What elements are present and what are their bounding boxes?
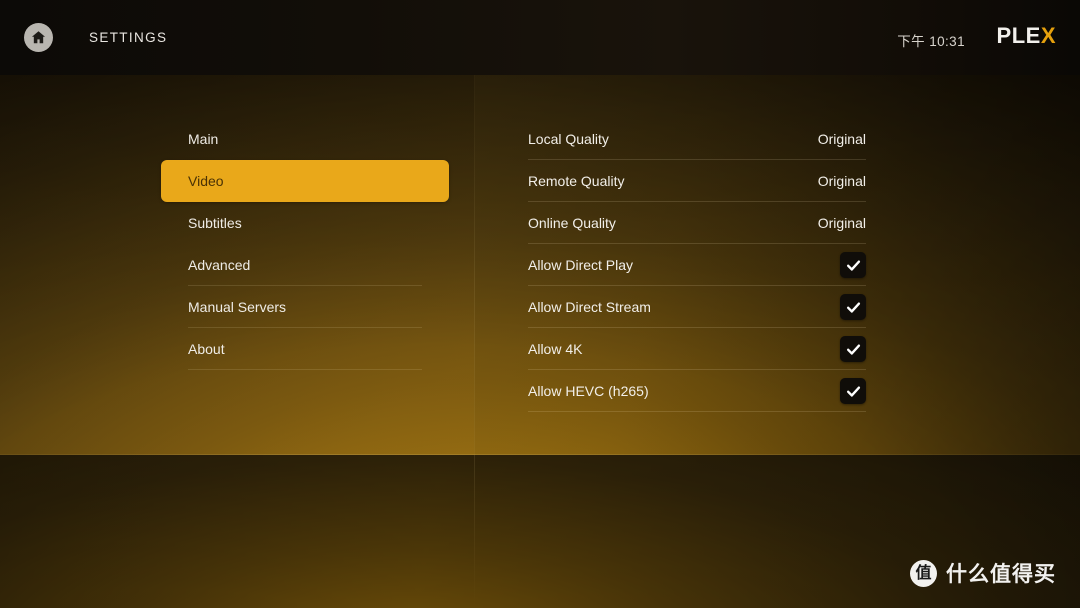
sidebar-item-manual-servers[interactable]: Manual Servers — [161, 286, 450, 328]
clock-label: 下午 10:31 — [897, 34, 965, 49]
sidebar-item-video[interactable]: Video — [161, 160, 449, 202]
checkbox-allow-4k[interactable] — [840, 336, 866, 362]
checkmark-icon — [845, 299, 862, 316]
sidebar-item-subtitles[interactable]: Subtitles — [161, 202, 450, 244]
home-button[interactable] — [24, 23, 53, 52]
plex-logo-accent: X — [1040, 23, 1056, 48]
watermark: 值 什么值得买 — [910, 558, 1056, 588]
sidebar-item-label: Subtitles — [188, 215, 242, 231]
checkbox-allow-direct-stream[interactable] — [840, 294, 866, 320]
sidebar-item-label: About — [188, 341, 225, 357]
sidebar-item-about[interactable]: About — [161, 328, 450, 370]
setting-value: Original — [817, 173, 866, 189]
setting-label: Allow 4K — [528, 341, 583, 357]
sidebar-item-main[interactable]: Main — [161, 118, 450, 160]
settings-list: Local Quality Original Remote Quality Or… — [528, 118, 866, 412]
watermark-badge-icon: 值 — [910, 559, 937, 587]
sidebar-item-label: Advanced — [188, 257, 251, 273]
sidebar-item-label: Video — [188, 173, 224, 189]
setting-row-allow-4k[interactable]: Allow 4K — [528, 328, 866, 370]
page-title: SETTINGS — [89, 30, 168, 45]
setting-row-remote-quality[interactable]: Remote Quality Original — [528, 160, 866, 202]
setting-label: Local Quality — [528, 131, 609, 147]
sidebar-item-advanced[interactable]: Advanced — [161, 244, 450, 286]
sidebar-separator — [188, 369, 422, 370]
setting-row-allow-direct-stream[interactable]: Allow Direct Stream — [528, 286, 866, 328]
checkmark-icon — [845, 341, 862, 358]
setting-value: Original — [817, 215, 866, 231]
setting-value: Original — [817, 131, 866, 147]
setting-row-online-quality[interactable]: Online Quality Original — [528, 202, 866, 244]
checkbox-allow-hevc[interactable] — [840, 378, 866, 404]
checkmark-icon — [845, 257, 862, 274]
sidebar-item-label: Main — [188, 131, 219, 147]
checkbox-allow-direct-play[interactable] — [840, 252, 866, 278]
setting-row-allow-hevc[interactable]: Allow HEVC (h265) — [528, 370, 866, 412]
sidebar-item-label: Manual Servers — [188, 299, 287, 315]
plex-logo: PLEX — [997, 25, 1056, 47]
setting-label: Allow HEVC (h265) — [528, 383, 649, 399]
setting-label: Allow Direct Stream — [528, 299, 651, 315]
settings-sidebar: Main Video Subtitles Advanced Manual Ser… — [161, 118, 450, 370]
setting-label: Allow Direct Play — [528, 257, 634, 273]
panel-divider — [474, 75, 475, 455]
home-icon — [30, 29, 47, 46]
footer-divider — [474, 455, 475, 608]
checkmark-icon — [845, 383, 862, 400]
watermark-text: 什么值得买 — [946, 562, 1056, 586]
top-header-bar: SETTINGS 下午 10:31 PLEX — [0, 0, 1080, 75]
setting-row-local-quality[interactable]: Local Quality Original — [528, 118, 866, 160]
app-screen: SETTINGS 下午 10:31 PLEX Main Video Subtit… — [0, 0, 1080, 608]
setting-row-allow-direct-play[interactable]: Allow Direct Play — [528, 244, 866, 286]
setting-label: Online Quality — [528, 215, 616, 231]
plex-logo-main: PLE — [996, 23, 1041, 48]
setting-label: Remote Quality — [528, 173, 625, 189]
row-separator — [528, 411, 866, 412]
